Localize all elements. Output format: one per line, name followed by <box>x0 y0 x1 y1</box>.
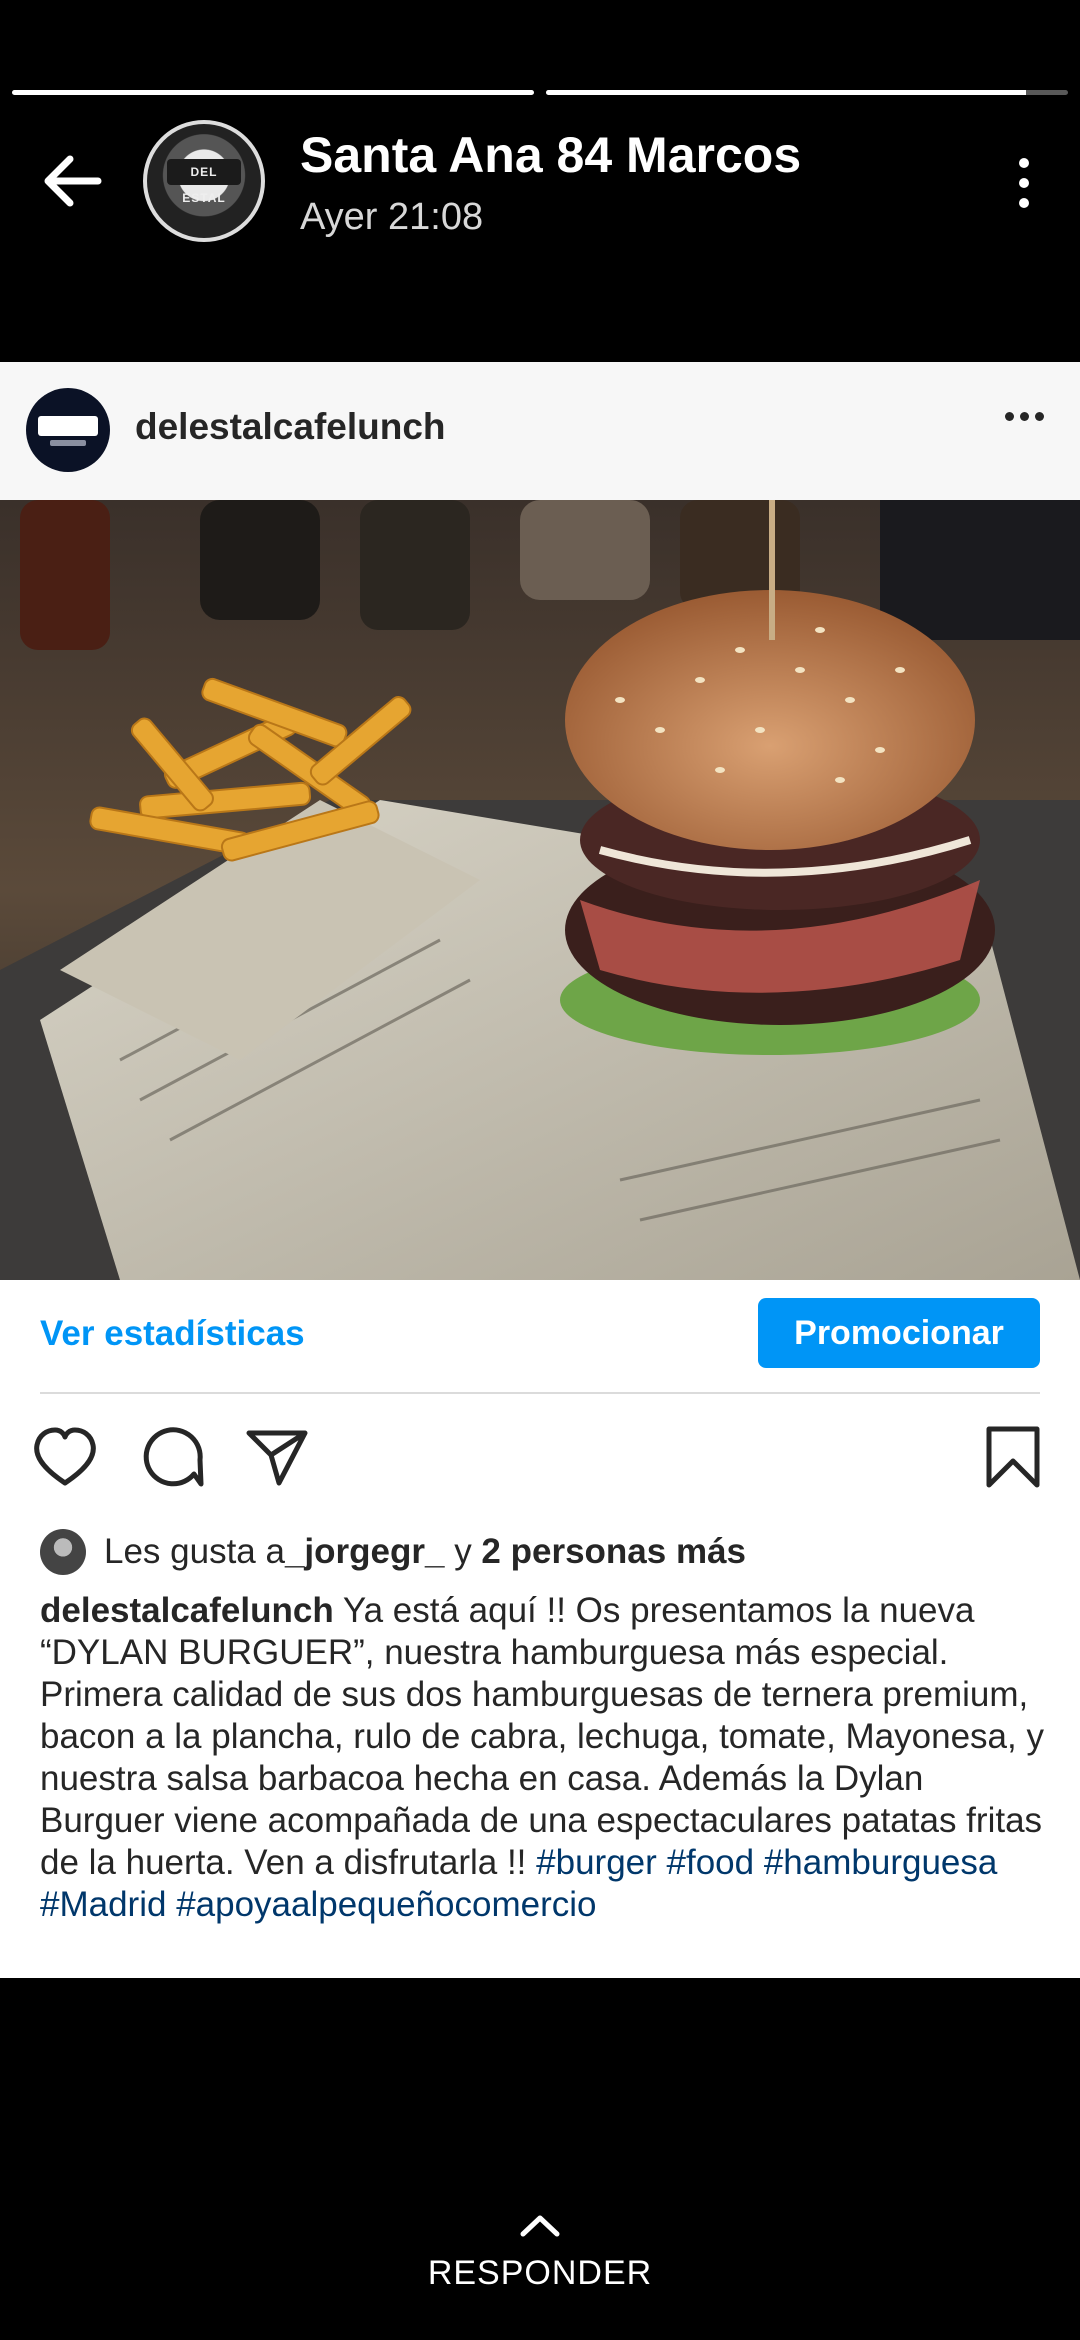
divider <box>40 1392 1040 1394</box>
story-screen: DEL ESTAL Santa Ana 84 Marcos Ayer 21:08… <box>0 0 1080 2340</box>
progress-segment-2 <box>546 90 1068 95</box>
reply-label: RESPONDER <box>427 2254 653 2292</box>
hashtag[interactable]: #food <box>667 1843 755 1882</box>
story-timestamp: Ayer 21:08 <box>300 196 484 238</box>
likes-others[interactable]: 2 personas más <box>481 1532 746 1572</box>
story-title: Santa Ana 84 Marcos <box>300 127 802 183</box>
caption-username[interactable]: delestalcafelunch <box>40 1591 334 1630</box>
hashtag[interactable]: #burger <box>536 1843 657 1882</box>
likes-prefix: Les gusta a <box>104 1532 285 1571</box>
liker-username[interactable]: _jorgegr_ <box>285 1532 445 1572</box>
story-header: DEL ESTAL Santa Ana 84 Marcos Ayer 21:08 <box>0 118 1080 248</box>
post-username[interactable]: delestalcafelunch <box>135 406 446 448</box>
avatar-logo: DEL ESTAL <box>167 159 241 205</box>
caption-text: Ya está aquí !! Os presentamos la nueva … <box>40 1591 1044 1882</box>
view-insights-link[interactable]: Ver estadísticas <box>40 1314 305 1354</box>
likes-summary[interactable]: Les gusta a _jorgegr_ y 2 personas más <box>40 1522 1040 1582</box>
bookmark-icon[interactable] <box>978 1422 1048 1492</box>
likes-middle: y <box>444 1532 482 1571</box>
shared-post-card[interactable]: delestalcafelunch Ver estadísticas Promo… <box>0 362 1080 1978</box>
story-avatar[interactable]: DEL ESTAL <box>143 120 265 242</box>
hashtag[interactable]: #apoyaalpequeñocomercio <box>176 1885 596 1924</box>
post-actions <box>0 1422 1080 1512</box>
hashtag[interactable]: #hamburguesa <box>764 1843 998 1882</box>
story-progress <box>12 90 1068 96</box>
reply-button[interactable]: RESPONDER <box>0 2210 1080 2293</box>
heart-icon[interactable] <box>30 1422 100 1492</box>
share-icon[interactable] <box>242 1422 312 1492</box>
post-photo-burger[interactable] <box>0 500 1080 1280</box>
more-options-icon[interactable] <box>1004 148 1044 218</box>
promote-button[interactable]: Promocionar <box>758 1298 1040 1368</box>
chevron-up-icon <box>520 2215 560 2237</box>
back-arrow-icon[interactable] <box>36 146 106 216</box>
hashtag[interactable]: #Madrid <box>40 1885 166 1924</box>
comment-icon[interactable] <box>138 1422 208 1492</box>
post-more-options-icon[interactable] <box>1005 412 1044 421</box>
post-avatar[interactable] <box>26 388 110 472</box>
liker-avatar <box>40 1529 86 1575</box>
post-header: delestalcafelunch <box>0 362 1080 500</box>
post-insights-row: Ver estadísticas Promocionar <box>0 1280 1080 1392</box>
progress-segment-1 <box>12 90 534 95</box>
post-caption: delestalcafelunch Ya está aquí !! Os pre… <box>40 1590 1050 1926</box>
